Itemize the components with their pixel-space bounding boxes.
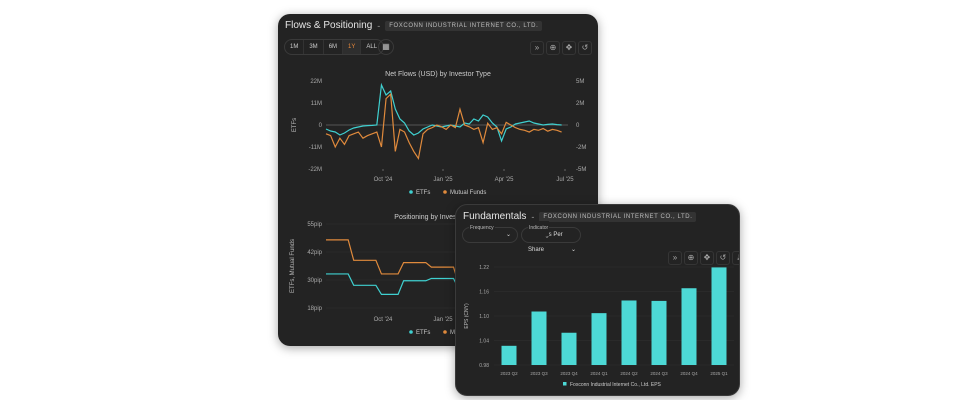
bar-2024-q4 bbox=[681, 288, 697, 365]
legend-label-etfs: ETFs bbox=[416, 190, 430, 196]
x-tick-label: 2023 Q2 bbox=[500, 371, 518, 376]
legend-label-etfs: ETFs bbox=[416, 330, 430, 336]
y-tick-label: 18pip bbox=[307, 306, 322, 312]
x-tick-label: Oct '24 bbox=[374, 177, 393, 183]
legend-marker bbox=[563, 382, 567, 386]
x-tick-label: Jul '25 bbox=[556, 177, 574, 183]
y2-tick-label: 0 bbox=[576, 123, 580, 129]
legend-marker-mutual-funds bbox=[443, 330, 447, 334]
y-tick-label: -22M bbox=[308, 167, 322, 173]
x-tick-label: 2024 Q1 bbox=[590, 371, 608, 376]
y2-tick-label: -5M bbox=[576, 167, 586, 173]
x-tick-label: 2024 Q4 bbox=[680, 371, 698, 376]
y2-tick-label: 2M bbox=[576, 101, 584, 107]
y2-tick-label: 5M bbox=[576, 79, 584, 85]
y-tick-label: 1.22 bbox=[479, 265, 489, 271]
x-tick-label: Jan '25 bbox=[433, 177, 453, 183]
chart-title: Net Flows (USD) by Investor Type bbox=[385, 71, 491, 78]
x-tick-label: 2025 Q1 bbox=[710, 371, 728, 376]
y-tick-label: 22M bbox=[310, 79, 322, 85]
y-tick-label: 0.98 bbox=[479, 363, 489, 369]
series-line-etfs bbox=[325, 82, 562, 143]
eps-bar-chart: 1.22 1.16 1.10 1.04 0.98 EPS (CNY) 2023 Q2 2023… bbox=[464, 265, 734, 388]
legend-marker-etfs bbox=[409, 190, 413, 194]
x-tick-label: 2023 Q3 bbox=[530, 371, 548, 376]
bar-2024-q2 bbox=[621, 300, 637, 365]
y-tick-label: 30pip bbox=[307, 278, 322, 284]
y-tick-label: 1.16 bbox=[479, 290, 489, 296]
x-tick-label: Jan '25 bbox=[433, 317, 453, 323]
bar-2024-q1 bbox=[591, 313, 607, 365]
legend-label: Foxconn Industrial Internet Co., Ltd. EP… bbox=[570, 382, 662, 388]
bar-2023-q4 bbox=[561, 332, 577, 365]
legend-marker-mutual-funds bbox=[443, 190, 447, 194]
y-tick-label: 11M bbox=[311, 101, 322, 107]
x-tick-label: Oct '24 bbox=[374, 317, 393, 323]
legend-marker-etfs bbox=[409, 330, 413, 334]
y-tick-label: 55pip bbox=[307, 222, 322, 228]
y-axis-label: ETFs bbox=[292, 118, 298, 132]
x-tick-label: 2024 Q3 bbox=[650, 371, 668, 376]
y-tick-label: 0 bbox=[319, 123, 323, 129]
y-tick-label: 1.10 bbox=[479, 314, 489, 320]
fundamentals-panel: Fundamentals - FOXCONN INDUSTRIAL INTERN… bbox=[455, 204, 740, 396]
y2-tick-label: -2M bbox=[576, 145, 586, 151]
y-tick-label: -11M bbox=[309, 145, 322, 151]
bar-2025-q1 bbox=[711, 267, 727, 365]
x-tick-label: Apr '25 bbox=[495, 177, 514, 183]
x-tick-label: 2024 Q2 bbox=[620, 371, 638, 376]
bar-2023-q3 bbox=[531, 311, 547, 365]
y-tick-label: 42pip bbox=[307, 250, 322, 256]
y-axis-label: EPS (CNY) bbox=[464, 303, 470, 329]
y-axis-label: ETFs, Mutual Funds bbox=[290, 239, 296, 293]
legend-label-mutual-funds: Mutual Funds bbox=[450, 190, 486, 196]
y-tick-label: 1.04 bbox=[479, 339, 489, 345]
x-tick-label: 2023 Q4 bbox=[560, 371, 578, 376]
bar-2024-q3 bbox=[651, 300, 667, 365]
bar-2023-q2 bbox=[501, 345, 517, 365]
